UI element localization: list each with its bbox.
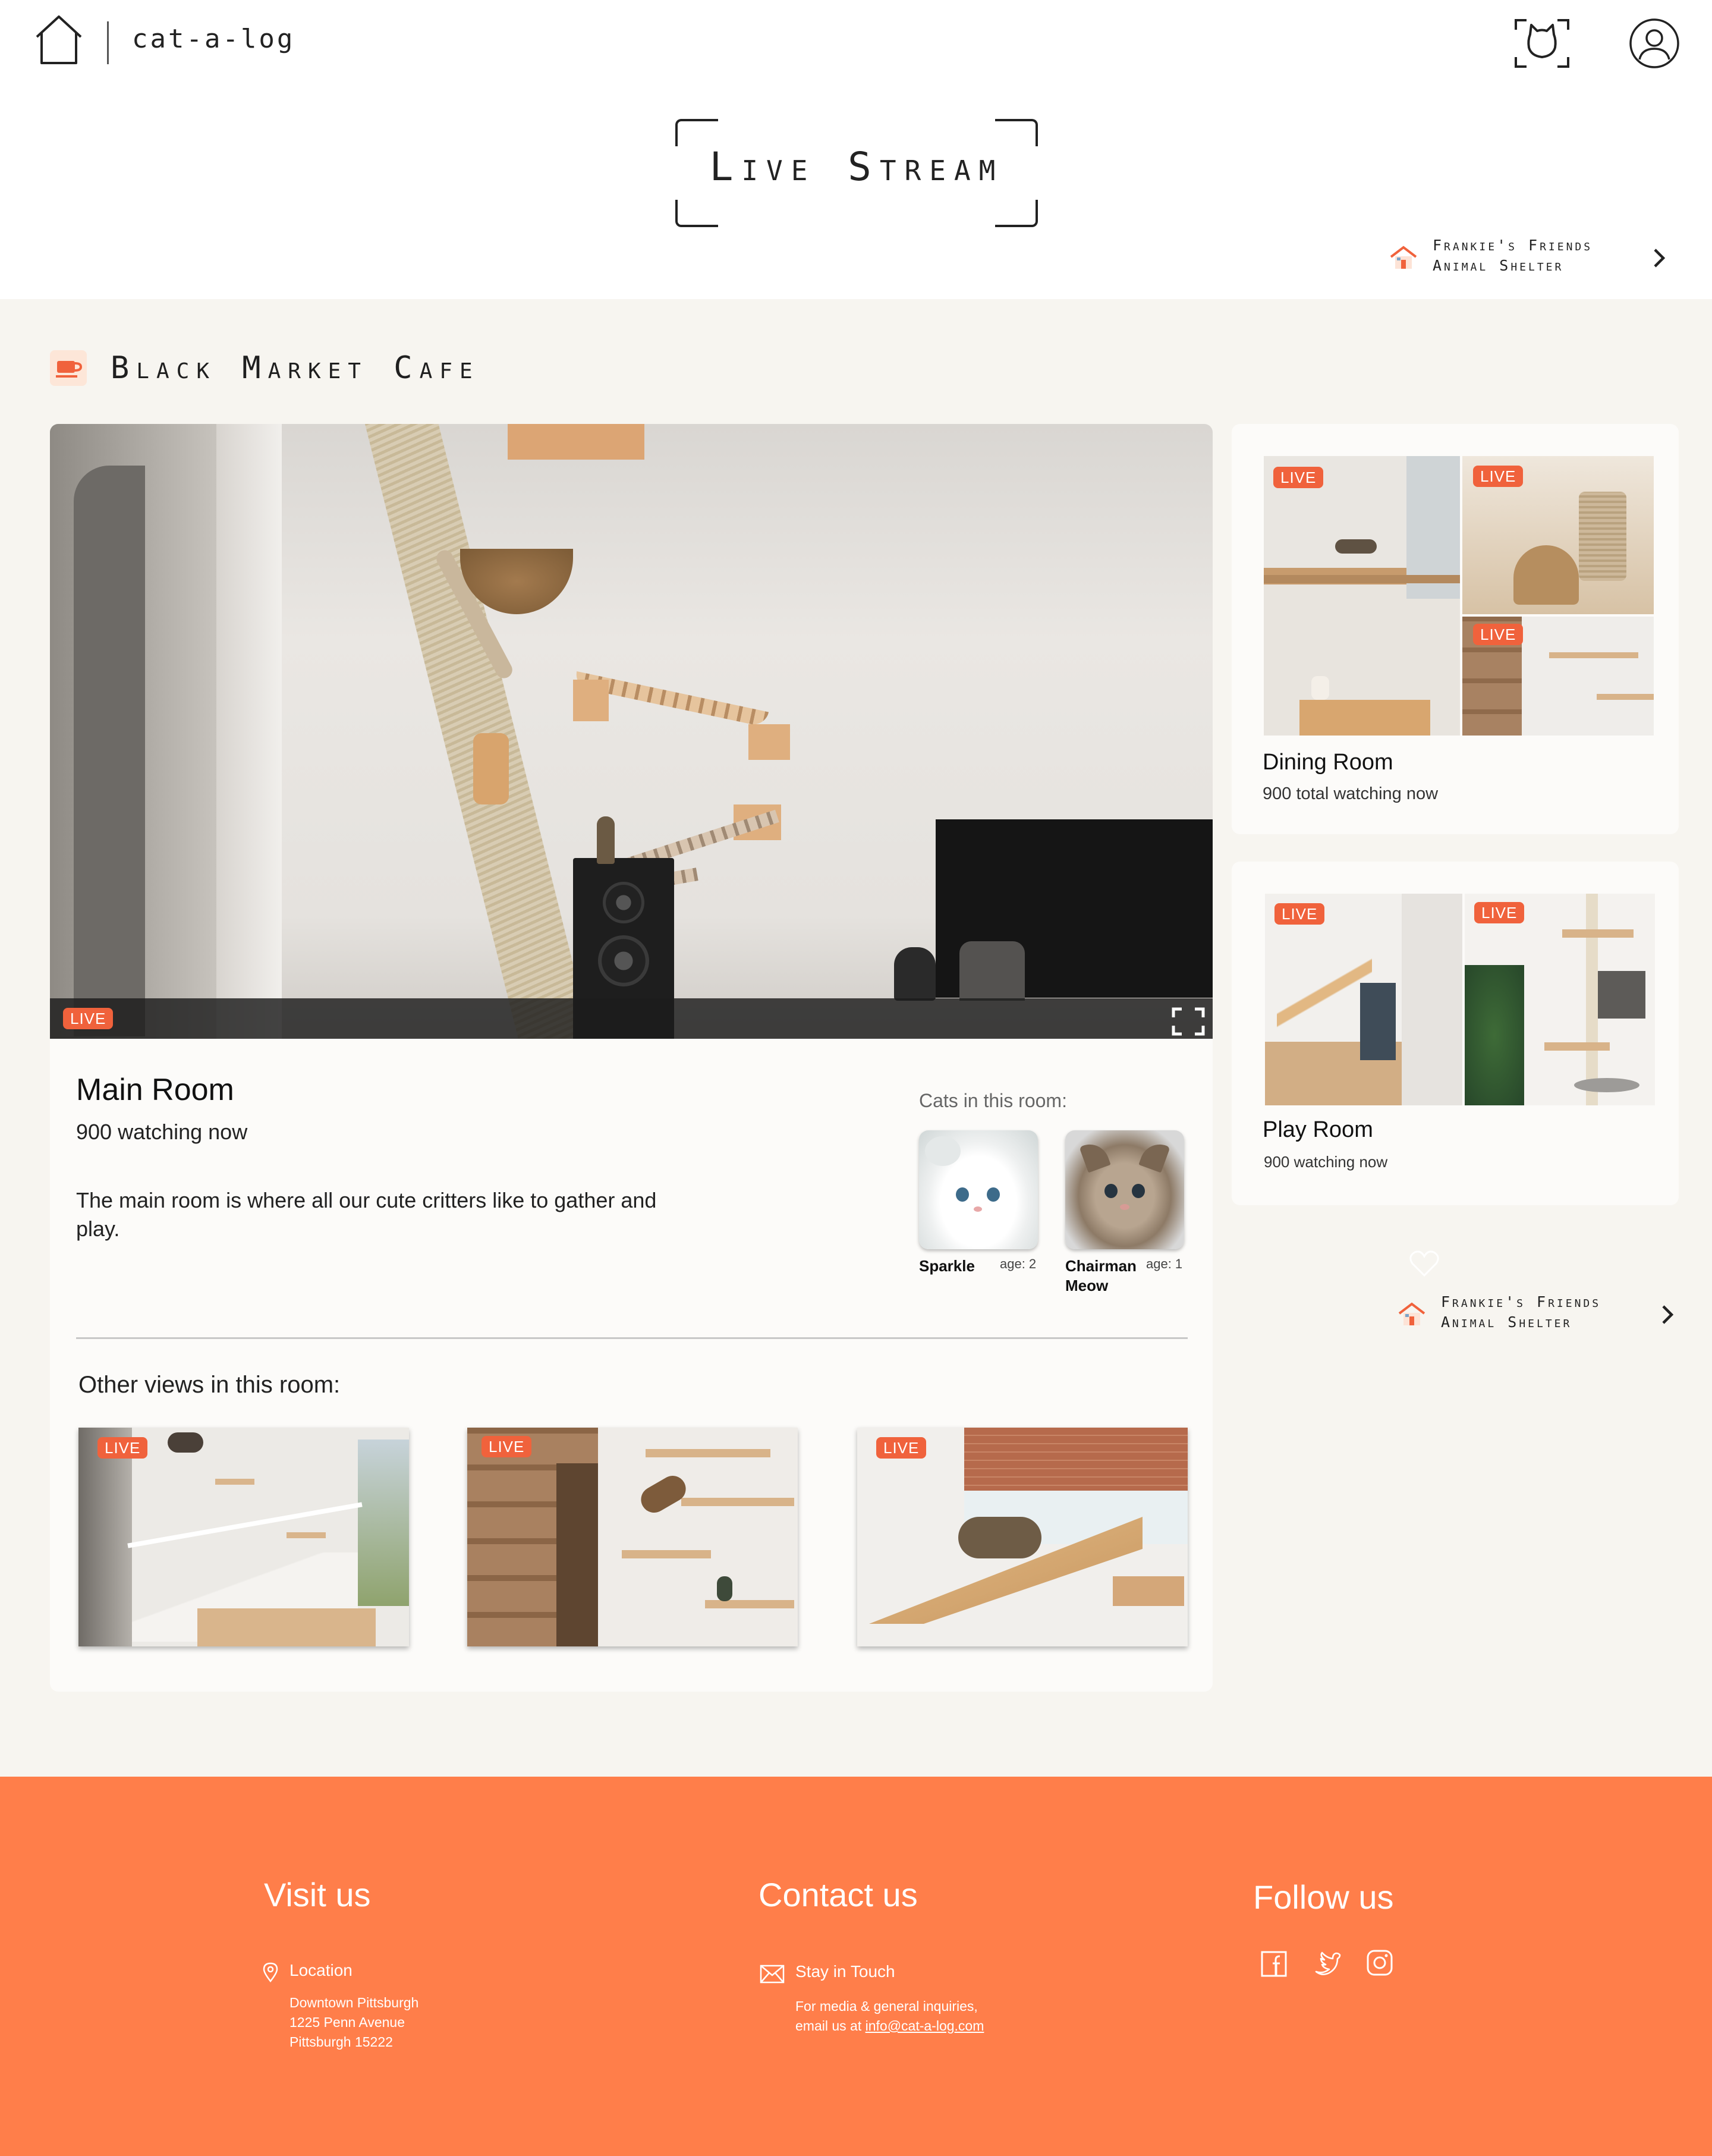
location-pin-icon [263, 1962, 278, 1982]
page-title-frame: Live Stream [675, 119, 1038, 227]
side-room-title: Play Room [1263, 1117, 1373, 1142]
footer-contact-prefix: email us at [795, 2018, 866, 2034]
fullscreen-icon[interactable] [1171, 1007, 1206, 1036]
envelope-icon [760, 1965, 785, 1984]
footer-visit-heading: Visit us [264, 1876, 371, 1913]
cat-card-chairman-meow[interactable]: Chairman Meow age: 1 [1065, 1130, 1190, 1309]
cat-name: Chairman Meow [1065, 1257, 1137, 1294]
live-badge: LIVE [1473, 624, 1524, 645]
instagram-icon[interactable] [1366, 1949, 1393, 1976]
footer-contact-text: For media & general inquiries, [795, 1998, 978, 2014]
side-room-watching: 900 total watching now [1263, 784, 1439, 803]
top-header: cat-a-log Live Stream Frankie's Friends … [0, 0, 1712, 299]
video-control-bar [50, 998, 1213, 1039]
footer-address-line: 1225 Penn Avenue [289, 2014, 405, 2030]
footer-stay-in-touch-label: Stay in Touch [795, 1962, 895, 1981]
live-badge: LIVE [1273, 467, 1324, 488]
page-title: Live Stream [709, 144, 1004, 190]
main-room-card: LIVE Main Room 900 watching now The main… [50, 424, 1213, 1692]
cat-age: age: 1 [1146, 1256, 1183, 1271]
footer-location-label: Location [289, 1961, 353, 1979]
room-watching-count: 900 watching now [76, 1120, 248, 1144]
main-content: Black Market Cafe LIVE Main Room 900 wat… [0, 299, 1712, 1777]
section-divider [76, 1337, 1188, 1339]
shelter-house-icon [1398, 1302, 1425, 1325]
cat-card-sparkle[interactable]: Sparkle age: 2 [919, 1130, 1044, 1309]
facebook-icon[interactable] [1260, 1950, 1288, 1978]
brand-divider [107, 21, 109, 64]
shelter-name-line1: Frankie's Friends [1433, 237, 1593, 254]
live-badge: LIVE [1473, 466, 1524, 487]
chevron-right-icon[interactable] [1649, 245, 1669, 271]
live-badge: LIVE [97, 1437, 148, 1459]
footer-contact-heading: Contact us [759, 1876, 918, 1913]
other-views-label: Other views in this room: [78, 1372, 341, 1398]
shelter-name-line2: Animal Shelter [1433, 257, 1564, 274]
other-view-thumbnail[interactable]: LIVE [467, 1428, 798, 1646]
cats-in-room-label: Cats in this room: [919, 1090, 1067, 1111]
cat-age: age: 2 [1000, 1256, 1037, 1271]
room-title: Main Room [76, 1073, 234, 1107]
heart-icon[interactable] [1409, 1249, 1440, 1278]
shelter-link-bottom[interactable]: Frankie's Friends Animal Shelter [1398, 1292, 1678, 1340]
cat-photo [1065, 1130, 1184, 1249]
side-room-card-play[interactable]: LIVE LIVE Play Room 900 watching now [1232, 862, 1679, 1205]
live-badge: LIVE [876, 1437, 927, 1459]
home-icon[interactable] [33, 13, 84, 65]
brand-name[interactable]: cat-a-log [132, 24, 295, 54]
other-view-thumbnail[interactable]: LIVE [857, 1428, 1188, 1646]
user-profile-icon[interactable] [1629, 18, 1680, 69]
chevron-right-icon[interactable] [1657, 1302, 1678, 1328]
side-room-thumbnail-grid: LIVE LIVE LIVE [1264, 456, 1654, 736]
shelter-house-icon [1390, 246, 1417, 269]
cafe-title: Black Market Cafe [111, 350, 480, 386]
side-room-watching: 900 watching now [1264, 1153, 1388, 1171]
live-badge: LIVE [1274, 903, 1325, 925]
cat-scan-icon[interactable] [1513, 17, 1571, 70]
footer-email-link[interactable]: info@cat-a-log.com [866, 2018, 984, 2034]
twitter-icon[interactable] [1314, 1950, 1341, 1978]
main-video-player[interactable]: LIVE [50, 424, 1213, 1039]
side-room-thumbnail-grid: LIVE LIVE [1265, 894, 1655, 1105]
coffee-cup-icon [50, 350, 87, 386]
side-room-card-dining[interactable]: LIVE LIVE LIVE Dining Room 900 total wat… [1232, 424, 1679, 834]
footer-address-line: Downtown Pittsburgh [289, 1995, 419, 2010]
cat-name: Sparkle [919, 1257, 975, 1275]
shelter-name-line2: Animal Shelter [1441, 1313, 1572, 1331]
live-badge: LIVE [482, 1436, 532, 1457]
shelter-link-top[interactable]: Frankie's Friends Animal Shelter [1390, 235, 1669, 283]
footer-address-line: Pittsburgh 15222 [289, 2034, 393, 2050]
other-view-thumbnail[interactable]: LIVE [78, 1428, 409, 1646]
live-badge: LIVE [1474, 902, 1525, 923]
footer-follow-heading: Follow us [1253, 1878, 1394, 1916]
side-room-title: Dining Room [1263, 750, 1393, 775]
shelter-name-line1: Frankie's Friends [1441, 1293, 1601, 1310]
room-description: The main room is where all our cute crit… [76, 1188, 657, 1241]
cat-photo [919, 1130, 1038, 1249]
footer: Visit us Location Downtown Pittsburgh 12… [0, 1777, 1712, 2156]
live-badge: LIVE [63, 1008, 114, 1029]
